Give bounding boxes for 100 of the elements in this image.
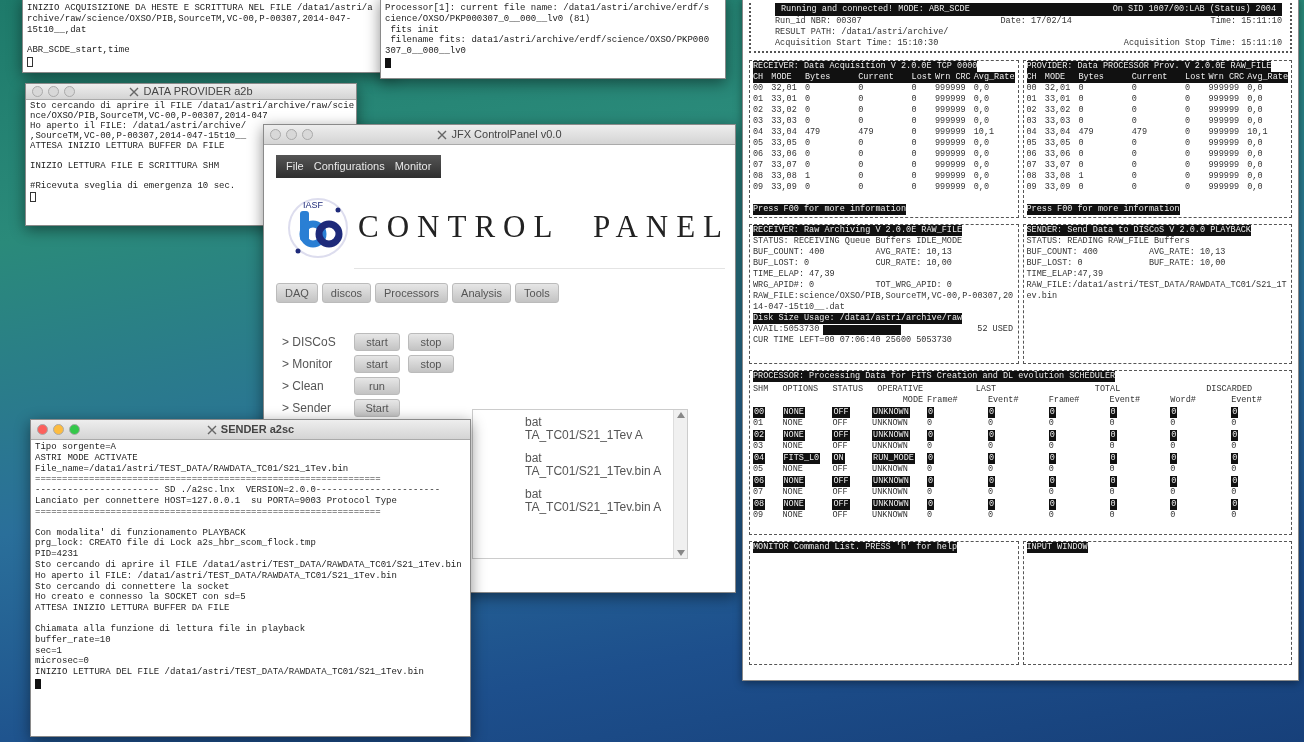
table-cell-text: 999999 [935,127,967,138]
table-cell-text: 33,02 [1044,105,1072,116]
table-cell-text: 0 [1185,116,1192,127]
table-cell-text: 0 [911,127,918,138]
table-cell-text: 0,0 [1247,171,1264,182]
zoom-button[interactable] [64,86,75,97]
zoom-button[interactable] [302,129,313,140]
action-button[interactable]: start [354,332,400,351]
table-cell: UNKNOWN [872,406,910,418]
panel-title: RECEIVER: Data Acquisition V 2.0.0E TCP 0000 [753,61,978,72]
column-header: Frame# [1048,395,1081,406]
table-cell-text: 0 [1185,83,1192,94]
table-cell-text: 03 [1026,116,1038,127]
column-header: CH [753,72,765,83]
action-button[interactable]: stop [408,332,454,351]
minimize-button[interactable] [48,86,59,97]
terminal-line: prg_lock: CREATO file di Lock a2s_hbr_scom_flock.tmp [35,538,316,550]
table-cell-text: 33,06 [771,149,798,160]
minimize-button[interactable] [53,424,64,435]
table-cell-text: 0,0 [1247,116,1264,127]
table-cell-text: 999999 [1208,94,1241,105]
minimize-button[interactable] [286,129,297,140]
table-cell-text: 0 [1185,94,1192,105]
menu-item[interactable]: File [282,158,308,175]
table-cell-text: 01 [1026,94,1038,105]
status-line: STATUS: RECEIVING Queue Buffers IDLE_MODE [753,236,963,247]
table-cell-text: OFF [832,487,849,498]
table-cell: 0 [1170,475,1178,487]
table-cell-text: 0,0 [1247,83,1264,94]
table-cell-text: 0,0 [1247,182,1264,193]
table-cell-text: 03 [753,441,765,452]
table-cell: 0 [1170,452,1178,464]
column-header: Current [1131,72,1169,83]
table-cell-text: 10,1 [1247,127,1269,138]
table-cell-text: 999999 [1208,83,1241,94]
table-cell-text: 1 [1078,171,1085,182]
table-cell-text: 32,01 [771,83,798,94]
action-button[interactable]: run [354,376,400,395]
table-cell-text: 0 [1109,418,1116,429]
table-cell-text: 0 [1078,116,1085,127]
section-button[interactable]: DAQ [276,282,318,303]
close-button[interactable] [32,86,43,97]
close-button[interactable] [270,129,281,140]
action-button[interactable]: Start [354,398,400,417]
table-cell-text: 0 [1231,418,1238,429]
table-cell-text: 999999 [935,138,967,149]
close-button[interactable] [37,424,48,435]
section-button[interactable]: Tools [515,282,559,303]
column-header: SHM [753,384,770,396]
control-panel-heading: CONTROL PANEL [358,208,731,247]
action-label: > Sender [282,399,333,417]
table-cell-text: 0 [1131,83,1138,94]
section-button[interactable]: Processors [375,282,449,303]
window-title: SENDER a2sc [220,422,295,438]
table-cell-text: 02 [1026,105,1038,116]
panel-title: MONITOR Command List. PRESS 'h' for help [753,542,958,553]
terminal-line: Processor[1]: current file name: /data1/astri/archive/erdf/s [385,3,710,14]
action-button[interactable]: stop [408,354,454,373]
terminal-line: ================================================================ [35,474,381,485]
action-button[interactable]: start [354,354,400,373]
table-cell-text: NONE [782,441,804,452]
table-cell-text: 0 [1131,138,1138,149]
table-cell-text: 0 [1109,464,1116,475]
section-button[interactable]: Analysis [452,282,512,303]
table-cell: FITS_L0 [782,452,821,464]
table-cell-text: 33,08 [1044,171,1072,182]
terminal-line: fits init [389,24,439,35]
table-cell-text: 0 [1078,83,1085,94]
info-text: Run_id NBR: 00307 [775,16,862,27]
x-icon [206,424,217,435]
window-title: JFX ControlPanel v0.0 [451,127,562,143]
table-cell-text: NONE [782,487,804,498]
table-cell: 0 [987,452,996,464]
disk-available: AVAIL:5053730 [753,324,820,335]
table-cell-text: OFF [832,441,849,452]
table-cell-text: 0,0 [973,149,990,160]
table-cell-text: 0 [1078,138,1085,149]
logo-icon: IASF [286,195,350,260]
terminal-line: INIZIO LETTURA DEL FILE /data1/astri/TEST_DATA/RAWDATA_TC01/S21_1Tev.bin [35,667,424,678]
table-cell-text: 0 [1048,487,1055,498]
table-cell-text: 10,1 [973,127,996,138]
table-cell: 0 [987,475,996,487]
column-header: Frame# [927,395,959,406]
table-cell: 0 [987,498,996,510]
table-cell-text: 0 [1078,182,1085,193]
menu-item[interactable]: Monitor [390,158,436,175]
terminal-line: Sto cercando di connettere la socket [35,581,230,592]
terminal-line: #Ricevuta sveglia di emergenza 10 sec. [30,180,236,191]
table-cell-text: 0 [1231,487,1238,498]
table-cell-text: 01 [753,418,765,429]
table-cell: 06 [753,475,766,487]
table-cell: 0 [1048,452,1056,464]
table-cell-text: 09 [753,510,765,521]
menu-item[interactable]: Configurations [309,158,389,175]
table-cell-text: 07 [753,487,765,498]
section-button[interactable]: discos [321,282,372,303]
table-cell-text: NONE [782,464,804,475]
table-cell: 0 [927,406,935,418]
zoom-button[interactable] [69,424,80,435]
terminal-line: microsec=0 [35,656,89,668]
